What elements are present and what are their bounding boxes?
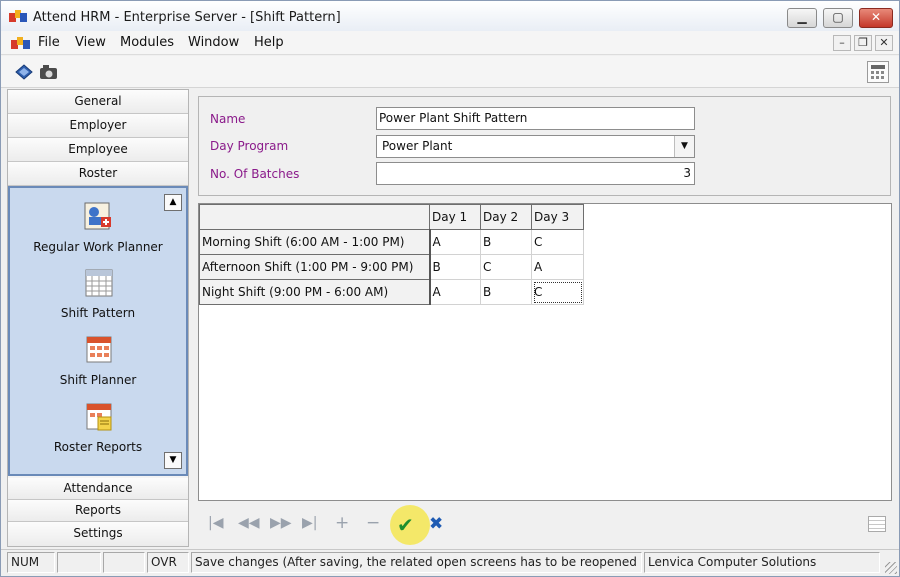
num-indicator: NUM — [7, 552, 55, 573]
name-label: Name — [210, 112, 246, 126]
day-program-value: Power Plant — [382, 139, 453, 153]
tile-label: Roster Reports — [53, 440, 143, 454]
menu-window[interactable]: Window — [188, 35, 239, 50]
app-menu-icon[interactable] — [11, 36, 31, 50]
grid-cell[interactable]: A — [429, 229, 481, 255]
app-logo-icon — [9, 10, 27, 22]
column-header[interactable]: Day 2 — [480, 204, 532, 230]
calculator-icon[interactable] — [867, 61, 889, 83]
company-name: Lenvica Computer Solutions — [644, 552, 880, 573]
tile-shift-planner[interactable]: Shift Planner — [10, 333, 186, 387]
next-record-icon[interactable]: ▶▶ — [270, 515, 292, 531]
menu-help[interactable]: Help — [254, 35, 284, 50]
nav-roster[interactable]: Roster — [8, 162, 188, 186]
tile-label: Shift Pattern — [60, 306, 136, 320]
nav-employer[interactable]: Employer — [8, 114, 188, 138]
app-window: Attend HRM - Enterprise Server - [Shift … — [0, 0, 900, 577]
toolbar — [1, 56, 899, 88]
save-icon[interactable]: ✔ — [397, 513, 414, 537]
row-header[interactable]: Afternoon Shift (1:00 PM - 9:00 PM) — [199, 254, 431, 280]
status-cell-empty — [57, 552, 101, 573]
add-record-icon[interactable]: + — [335, 513, 349, 533]
tile-label: Regular Work Planner — [33, 240, 163, 254]
grid-cell[interactable]: A — [429, 279, 481, 305]
menu-modules[interactable]: Modules — [120, 35, 174, 50]
tile-shift-pattern[interactable]: Shift Pattern — [10, 266, 186, 320]
nav-settings[interactable]: Settings — [8, 522, 188, 546]
menu-view[interactable]: View — [75, 35, 106, 50]
book-icon[interactable] — [14, 63, 34, 81]
nav-reports[interactable]: Reports — [8, 500, 188, 522]
window-title: Attend HRM - Enterprise Server - [Shift … — [33, 10, 341, 25]
delete-record-icon[interactable]: − — [366, 513, 380, 533]
row-header[interactable]: Night Shift (9:00 PM - 6:00 AM) — [199, 279, 431, 305]
minimize-button[interactable]: ▁ — [787, 8, 817, 28]
day-program-select[interactable]: Power Plant ▼ — [376, 135, 695, 158]
grid-corner — [199, 204, 430, 230]
title-bar: Attend HRM - Enterprise Server - [Shift … — [1, 1, 899, 31]
batches-field[interactable]: 3 — [376, 162, 695, 185]
nav-general[interactable]: General — [8, 90, 188, 114]
shift-grid-panel: Day 1 Day 2 Day 3 Morning Shift (6:00 AM… — [198, 203, 892, 501]
day-program-label: Day Program — [210, 139, 289, 153]
grid-cell[interactable]: C — [480, 254, 532, 280]
shift-grid: Day 1 Day 2 Day 3 Morning Shift (6:00 AM… — [199, 204, 584, 305]
scroll-down-button[interactable]: ▼ — [164, 452, 182, 469]
close-button[interactable]: ✕ — [859, 8, 893, 28]
grid-cell-selected[interactable]: C — [531, 279, 584, 305]
module-navigation: General Employer Employee Roster ▲ Regul… — [7, 89, 189, 547]
status-message: Save changes (After saving, the related … — [191, 552, 642, 573]
last-record-icon[interactable]: ▶| — [302, 515, 317, 531]
table-row: Afternoon Shift (1:00 PM - 9:00 PM) B C … — [199, 254, 584, 280]
grid-header-row: Day 1 Day 2 Day 3 — [199, 204, 584, 230]
tile-label: Shift Planner — [59, 373, 137, 387]
calendar-grid-icon — [85, 269, 113, 297]
grid-cell[interactable]: B — [429, 254, 481, 280]
shift-planner-icon — [86, 336, 112, 363]
ovr-indicator: OVR — [147, 552, 189, 573]
maximize-button[interactable]: ▢ — [823, 8, 853, 28]
work-planner-icon — [84, 202, 111, 230]
dropdown-arrow-icon[interactable]: ▼ — [674, 136, 694, 157]
grid-cell[interactable]: A — [531, 254, 584, 280]
row-header[interactable]: Morning Shift (6:00 AM - 1:00 PM) — [199, 229, 431, 255]
name-field[interactable]: Power Plant Shift Pattern — [376, 107, 695, 130]
menu-file[interactable]: File — [38, 35, 60, 50]
mdi-restore-button[interactable]: ❐ — [854, 35, 872, 51]
grid-cell[interactable]: B — [480, 279, 532, 305]
tile-roster-reports[interactable]: Roster Reports — [10, 400, 186, 454]
nav-employee[interactable]: Employee — [8, 138, 188, 162]
cancel-icon[interactable]: ✖ — [429, 514, 443, 534]
status-cell-empty — [103, 552, 145, 573]
grid-layout-icon[interactable] — [868, 516, 886, 532]
grid-cell[interactable]: C — [531, 229, 584, 255]
nav-attendance[interactable]: Attendance — [8, 478, 188, 500]
tile-regular-work-planner[interactable]: Regular Work Planner — [10, 200, 186, 254]
table-row: Morning Shift (6:00 AM - 1:00 PM) A B C — [199, 229, 584, 255]
reports-icon — [86, 403, 112, 431]
mdi-close-button[interactable]: ✕ — [875, 35, 893, 51]
status-bar: NUM OVR Save changes (After saving, the … — [1, 549, 899, 576]
shift-pattern-form: Name Power Plant Shift Pattern Day Progr… — [198, 96, 891, 196]
menu-bar: File View Modules Window Help – ❐ ✕ — [1, 31, 899, 55]
camera-icon[interactable] — [39, 63, 59, 81]
column-header[interactable]: Day 1 — [429, 204, 481, 230]
roster-panel: ▲ Regular Work Planner Shift Pattern Shi… — [8, 186, 188, 476]
mdi-minimize-button[interactable]: – — [833, 35, 851, 51]
first-record-icon[interactable]: |◀ — [208, 515, 223, 531]
prev-record-icon[interactable]: ◀◀ — [238, 515, 260, 531]
record-navigator: |◀ ◀◀ ▶▶ ▶| + − ✔ ✖ — [198, 505, 892, 545]
resize-grip-icon[interactable] — [885, 562, 897, 574]
column-header[interactable]: Day 3 — [531, 204, 584, 230]
grid-cell[interactable]: B — [480, 229, 532, 255]
table-row: Night Shift (9:00 PM - 6:00 AM) A B C — [199, 279, 584, 305]
batches-label: No. Of Batches — [210, 167, 300, 181]
